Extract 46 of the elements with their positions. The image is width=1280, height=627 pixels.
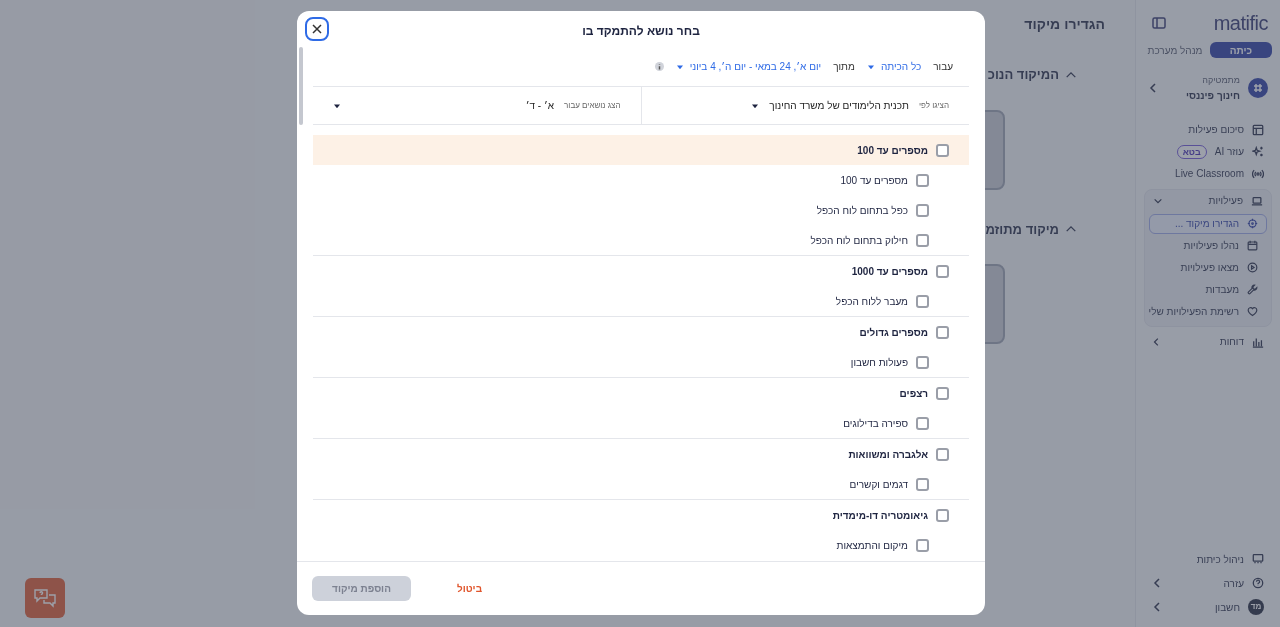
topic-label: מספרים עד 1000 [851,264,928,279]
dialog-title: בחר נושא להתמקד בו [582,22,700,40]
topic-label: מספרים עד 100 [857,143,928,158]
subtopic-label: מספרים עד 100 [840,173,908,188]
logo: matific [1213,11,1268,36]
nav-item[interactable]: רשימת הפעילויות שלי [1149,301,1267,322]
nav-item[interactable]: עזרה [1144,571,1272,595]
role-tab[interactable]: מנהל מערכת [1144,42,1206,58]
nav-item[interactable]: הגדירו מיקוד ... [1149,213,1267,234]
topic-label: אלגברה ומשוואות [848,447,928,462]
topic-label: רצפים [899,386,928,401]
subtopic-label: מעבר ללוח הכפל [835,294,908,309]
select-field[interactable]: הציגו לפי תכנית הלימודים של משרד החינוך [640,87,969,124]
audience-dropdown[interactable]: כל הכיתה [866,59,922,74]
filter-label: מתוך [833,60,855,74]
subtopic-label: ספירה בדילוגים [843,416,908,431]
nav-item[interactable]: ניהול כיתות [1144,547,1272,571]
section-heading: המיקוד הנוכ [987,66,1059,84]
nav-item[interactable]: מצאו פעילויות [1149,257,1267,278]
date-range-dropdown[interactable]: יום א׳, 24 במאי - יום ה׳, 4 ביוני [675,59,822,74]
nav-group[interactable]: דוחות [1144,330,1272,353]
section-heading: מיקוד מתוזמ [985,220,1059,239]
cancel-button[interactable]: ביטול [431,576,509,601]
nav-item[interactable]: Live Classroom [1144,162,1272,185]
subtopic-label: כפל בתחום לוח הכפל [816,203,908,218]
nav-item[interactable]: סיכום פעילות [1144,118,1272,141]
select-field[interactable]: הצג נושאים עבור א׳ - ד׳ [313,87,641,124]
nav-item[interactable]: מעבדות [1149,279,1267,300]
page-title: הגדירו מיקוד [1024,15,1105,34]
class-name: חינוך פיננסי [1184,88,1240,103]
topic-label: מספרים גדולים [859,325,928,340]
filter-label: עבור [933,60,953,74]
nav-item[interactable]: עוזר AI בטא [1144,140,1272,163]
avatar: מד [1248,599,1264,615]
role-tab[interactable]: כיתה [1210,42,1272,58]
class-selector[interactable]: מתמטיקה חינוך פיננסי [1144,74,1272,103]
beta-badge: בטא [1176,144,1207,159]
subtopic-label: דגמים וקשרים [849,477,908,492]
nav-group[interactable]: פעילויות [1145,189,1271,212]
nav-item[interactable]: נהלו פעילויות [1149,235,1267,256]
topic-label: גיאומטריה דו-מימדית [832,508,928,523]
subtopic-label: חילוק בתחום לוח הכפל [810,233,908,248]
nav-item[interactable]: מד חשבון [1144,595,1272,619]
subtopic-label: פעולות חשבון [850,355,908,370]
subtopic-label: מיקום והתמצאות [836,538,908,553]
class-subject: מתמטיקה [1201,74,1240,87]
